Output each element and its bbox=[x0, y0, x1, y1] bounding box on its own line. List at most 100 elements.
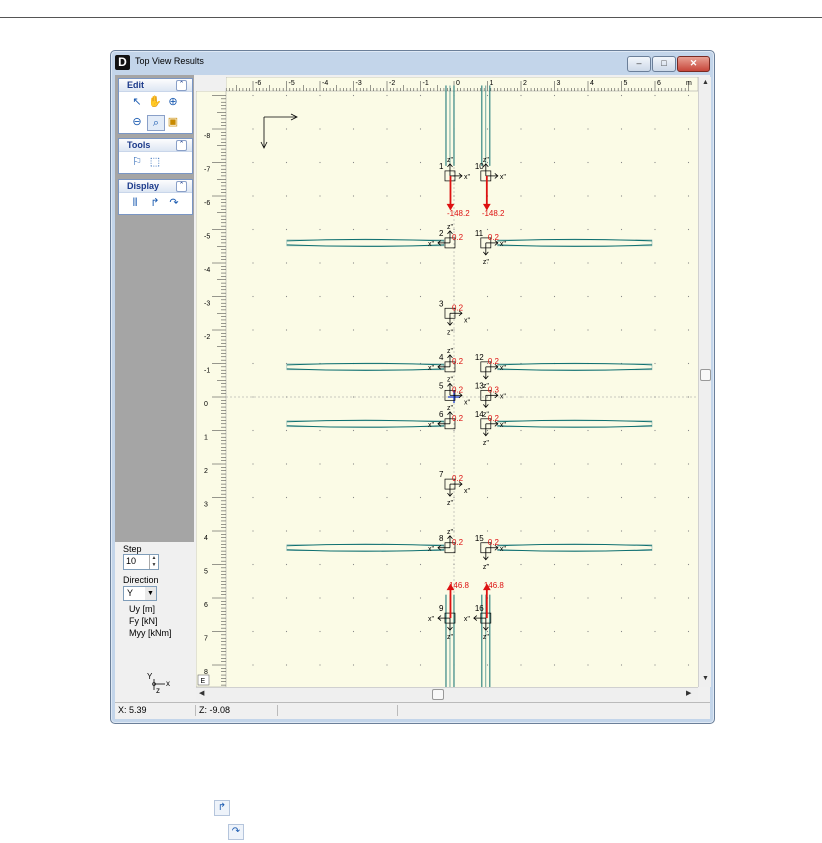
zoom-out-icon[interactable]: ⊖ bbox=[129, 115, 145, 129]
displacement-display-icon[interactable]: ⫴ bbox=[127, 196, 143, 210]
local-x-label: x'' bbox=[428, 422, 434, 429]
direction-select[interactable]: Y ▼ bbox=[123, 586, 157, 601]
local-z-label: z'' bbox=[447, 376, 453, 383]
grid-dot bbox=[419, 530, 422, 532]
grid-dot bbox=[386, 463, 388, 465]
local-z-label: z'' bbox=[483, 440, 489, 447]
status-z: Z: -9.08 bbox=[196, 705, 278, 716]
grid-dot bbox=[553, 128, 556, 130]
top-ruler-label: -6 bbox=[255, 80, 261, 87]
scroll-down-icon[interactable]: ▼ bbox=[702, 675, 709, 682]
grid-dot bbox=[419, 597, 422, 599]
grid-dot bbox=[587, 429, 589, 432]
collapse-display-icon[interactable]: ⌃ bbox=[176, 181, 187, 192]
results-drawing[interactable]: E-6 -5 -4 -3 -2 -1 0 1 2 3 4 5 6 m-8-7-6-5-4-3-2-1012… bbox=[195, 76, 699, 700]
grid-dot bbox=[252, 161, 254, 164]
minimize-button[interactable]: – bbox=[627, 56, 651, 72]
grid-dot bbox=[654, 530, 656, 532]
grid-dot bbox=[419, 195, 422, 197]
region-select-icon[interactable]: ⬚ bbox=[147, 155, 163, 169]
tools-group-header[interactable]: Tools ⌃ bbox=[119, 139, 192, 152]
scroll-left-icon[interactable]: ◀ bbox=[199, 689, 204, 697]
grid-dot bbox=[553, 630, 556, 633]
zoom-window-icon[interactable]: ⌕ bbox=[147, 115, 165, 131]
results-canvas[interactable]: E -6 -5 -4 -3 -2 -1 0 1 2 3 4 5 6 m -8 -7 -6 -5 -4 -3 -2 -1 0 1 2… bbox=[195, 76, 699, 700]
grid-dot bbox=[285, 496, 288, 499]
grid-dot bbox=[654, 195, 656, 197]
grid-dot bbox=[352, 463, 355, 465]
grid-dot bbox=[620, 94, 623, 97]
close-button[interactable]: ✕ bbox=[677, 56, 710, 72]
scroll-right-icon[interactable]: ▶ bbox=[686, 689, 691, 697]
title-bar[interactable]: D Top View Results – □ ✕ bbox=[111, 51, 714, 73]
grid-dot bbox=[654, 496, 656, 499]
top-ruler-label: 6 bbox=[657, 80, 661, 87]
grid-dot bbox=[453, 496, 455, 499]
local-z-label: z'' bbox=[447, 348, 453, 355]
pan-hand-icon[interactable]: ✋ bbox=[147, 95, 163, 109]
grid-dot bbox=[386, 496, 388, 499]
grid-dot bbox=[587, 94, 589, 97]
grid-dot bbox=[587, 463, 589, 465]
left-ruler-label: 1 bbox=[204, 435, 208, 442]
left-ruler-label: -6 bbox=[204, 200, 210, 207]
edit-group-label: Edit bbox=[127, 80, 144, 90]
grid-dot bbox=[419, 563, 422, 566]
collapse-edit-icon[interactable]: ⌃ bbox=[176, 80, 187, 91]
step-spinner[interactable]: 10 ▲ ▼ bbox=[123, 554, 159, 570]
node-label: 5 bbox=[439, 381, 444, 390]
grid-dot bbox=[553, 195, 556, 197]
node-value: 0.2 bbox=[488, 414, 500, 423]
grid-dot bbox=[587, 630, 589, 633]
top-ruler-label: 3 bbox=[557, 80, 561, 87]
edit-group-header[interactable]: Edit ⌃ bbox=[119, 79, 192, 92]
local-x-label: x'' bbox=[464, 317, 470, 324]
grid-dot bbox=[252, 396, 254, 398]
grid-dot bbox=[285, 228, 288, 231]
grid-dot bbox=[352, 262, 355, 264]
grid-dot bbox=[520, 530, 522, 532]
step-controls: Step 10 ▲ ▼ Direction Y ▼ Uy [m] Fy [kN] … bbox=[115, 542, 194, 718]
grid-dot bbox=[252, 362, 254, 365]
grid-dot bbox=[419, 128, 422, 130]
select-pointer-icon[interactable]: ↖ bbox=[129, 95, 145, 109]
grid-dot bbox=[252, 329, 254, 331]
grid-dot bbox=[486, 630, 489, 633]
collapse-tools-icon[interactable]: ⌃ bbox=[176, 140, 187, 151]
grid-dot bbox=[620, 262, 623, 264]
zoom-in-icon[interactable]: ⊕ bbox=[165, 95, 181, 109]
grid-dot bbox=[486, 128, 489, 130]
grid-dot bbox=[252, 463, 254, 465]
grid-dot bbox=[252, 228, 254, 231]
query-tool-icon[interactable]: ⚐ bbox=[129, 155, 145, 169]
moment-display-icon[interactable]: ↷ bbox=[166, 196, 182, 210]
local-x-label: x'' bbox=[464, 399, 470, 406]
grid-dot bbox=[319, 94, 321, 97]
scroll-up-icon[interactable]: ▲ bbox=[702, 79, 709, 86]
grid-dot bbox=[319, 195, 321, 197]
grid-dot bbox=[386, 94, 388, 97]
grid-dot bbox=[352, 664, 355, 666]
grid-dot bbox=[654, 128, 656, 130]
grid-dot bbox=[520, 630, 522, 633]
grid-dot bbox=[520, 94, 522, 97]
horizontal-scroll-thumb[interactable] bbox=[432, 689, 444, 700]
local-z-label: z'' bbox=[483, 259, 489, 266]
direction-label: Direction bbox=[123, 575, 159, 585]
node-label: 6 bbox=[439, 410, 444, 419]
horizontal-scrollbar[interactable]: ◀ ▶ bbox=[196, 687, 698, 700]
grid-dot bbox=[486, 463, 489, 465]
vertical-scrollbar[interactable]: ▲ ▼ bbox=[698, 77, 711, 687]
spinner-arrows-icon[interactable]: ▲ ▼ bbox=[149, 555, 158, 569]
local-z-label: z'' bbox=[447, 405, 453, 412]
grid-dot bbox=[587, 128, 589, 130]
display-group-header[interactable]: Display ⌃ bbox=[119, 180, 192, 193]
force-display-icon[interactable]: ↱ bbox=[147, 196, 163, 210]
grid-dot bbox=[553, 530, 556, 532]
node-value: 0.2 bbox=[452, 385, 464, 394]
grid-dot bbox=[587, 228, 589, 231]
grid-dot bbox=[352, 195, 355, 197]
vertical-scroll-thumb[interactable] bbox=[700, 369, 711, 381]
zoom-extents-icon[interactable]: ▣ bbox=[165, 115, 181, 129]
maximize-button[interactable]: □ bbox=[652, 56, 676, 72]
